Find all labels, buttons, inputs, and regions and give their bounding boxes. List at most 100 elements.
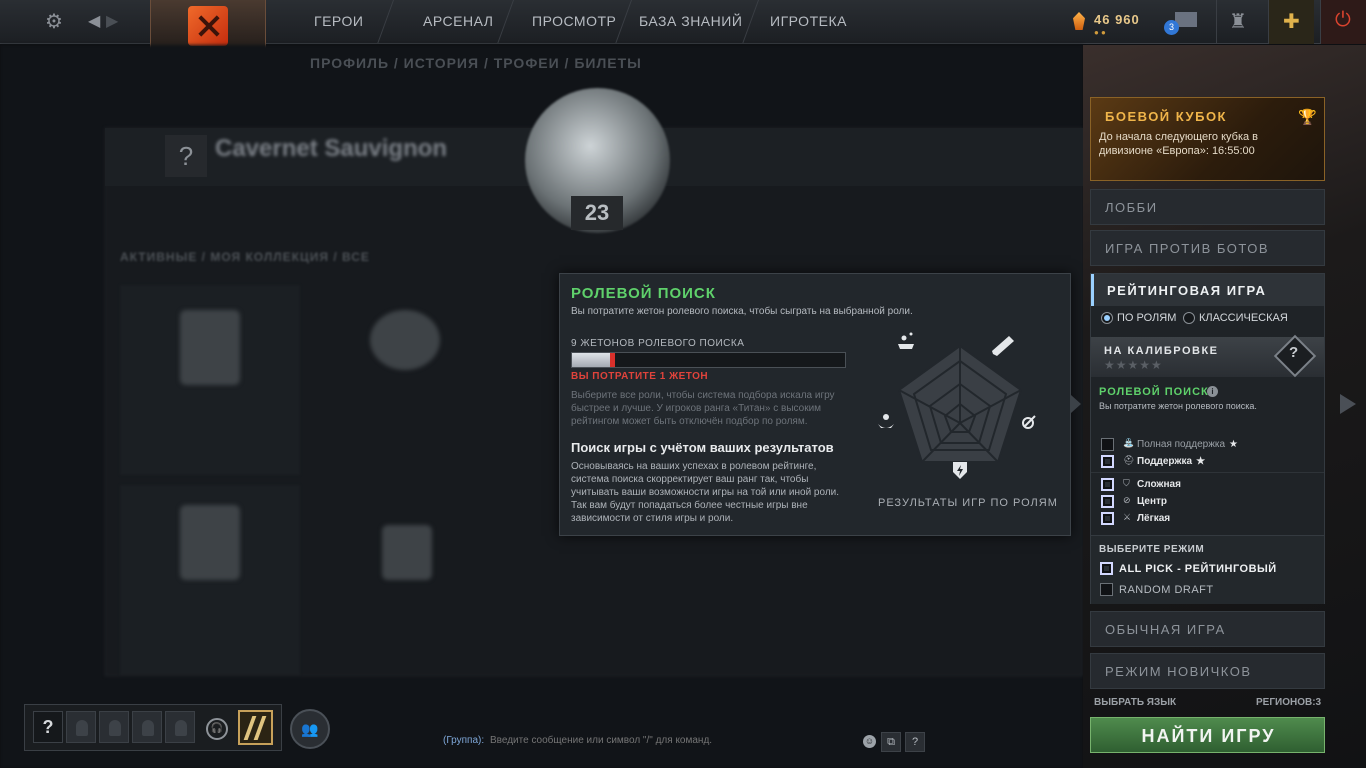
role-row-offlane[interactable]: ⛉ Сложная bbox=[1091, 476, 1324, 493]
tooltip-note: Выберите все роли, чтобы система подбора… bbox=[571, 390, 835, 427]
profile-tabs: ПРОФИЛЬ / ИСТОРИЯ / ТРОФЕИ / БИЛЕТЫ bbox=[310, 55, 642, 71]
role-row-support[interactable]: ⛑ Поддержка ★ bbox=[1091, 453, 1324, 470]
tooltip-title: РОЛЕВОЙ ПОИСК bbox=[571, 285, 716, 302]
nav-armory[interactable]: АРСЕНАЛ bbox=[423, 13, 493, 29]
random-draft-checkbox[interactable] bbox=[1100, 583, 1113, 596]
role-label: Поддержка ★ bbox=[1137, 456, 1206, 467]
profile-avatar: ? bbox=[165, 135, 207, 177]
battle-cup-banner[interactable]: БОЕВОЙ КУБОК До начала следующего кубка … bbox=[1090, 97, 1325, 181]
forward-arrow-icon[interactable]: ▶ bbox=[106, 11, 118, 31]
role-label: Лёгкая bbox=[1137, 513, 1171, 524]
regions-link[interactable]: РЕГИОНОВ:3 bbox=[1256, 697, 1321, 708]
friends-icon[interactable]: 👥 bbox=[290, 709, 330, 749]
role-divider bbox=[1091, 472, 1324, 473]
hard-support-icon: ⛲ bbox=[1123, 438, 1135, 448]
gear-icon[interactable]: ⚙ bbox=[45, 9, 63, 34]
chat-input[interactable] bbox=[490, 735, 850, 746]
soft-support-icon bbox=[878, 414, 894, 428]
role-checkbox[interactable] bbox=[1101, 438, 1114, 451]
role-queue-radio-label[interactable]: ПО РОЛЯМ bbox=[1117, 312, 1176, 324]
party-slot-self[interactable]: ? bbox=[33, 711, 63, 743]
rank-level: 23 bbox=[571, 196, 623, 230]
armory-icon: ♜ bbox=[1229, 11, 1247, 33]
role-checkbox[interactable] bbox=[1101, 512, 1114, 525]
classic-queue-radio[interactable] bbox=[1183, 312, 1195, 324]
select-language-link[interactable]: ВЫБРАТЬ ЯЗЫК bbox=[1094, 697, 1176, 708]
role-label: Полная поддержка ★ bbox=[1137, 439, 1239, 450]
role-search-subtitle: Вы потратите жетон ролевого поиска. bbox=[1099, 401, 1257, 411]
radar-chart-label: РЕЗУЛЬТАТЫ ИГР ПО РОЛЯМ bbox=[878, 497, 1058, 509]
offlane-icon bbox=[953, 462, 967, 479]
nav-divider bbox=[496, 0, 515, 44]
nav-watch[interactable]: ПРОСМОТР bbox=[532, 13, 616, 29]
mode-ranked-label: РЕЙТИНГОВАЯ ИГРА bbox=[1107, 283, 1267, 298]
trophy-figure bbox=[382, 525, 432, 580]
tooltip-heading: Поиск игры с учётом ваших результатов bbox=[571, 440, 834, 455]
battle-pass-icon[interactable] bbox=[238, 710, 273, 745]
find-game-button[interactable]: НАЙТИ ИГРУ bbox=[1090, 717, 1325, 753]
role-checkbox[interactable] bbox=[1101, 478, 1114, 491]
game-mode-title: ВЫБЕРИТЕ РЕЖИМ bbox=[1099, 544, 1205, 555]
exit-button[interactable]: ⏻ bbox=[1320, 0, 1366, 44]
voice-chat-icon[interactable]: 🎧 bbox=[206, 718, 228, 740]
role-search-title: РОЛЕВОЙ ПОИСК bbox=[1099, 386, 1209, 398]
home-button[interactable] bbox=[150, 0, 266, 50]
nav-divider bbox=[614, 0, 633, 44]
chat-help-icon[interactable]: ? bbox=[905, 732, 925, 752]
trophy-icon: 🏆 bbox=[1298, 109, 1317, 126]
armory-button[interactable]: ♜ bbox=[1216, 0, 1262, 44]
token-progress-bar bbox=[571, 352, 846, 368]
mode-unranked-label: ОБЫЧНАЯ ИГРА bbox=[1105, 622, 1226, 637]
info-icon[interactable]: i bbox=[1207, 386, 1218, 397]
trophy-figure bbox=[180, 310, 240, 385]
star-icon: ★ bbox=[1229, 439, 1239, 450]
plus-button[interactable]: ✚ bbox=[1268, 0, 1314, 44]
role-checkbox[interactable] bbox=[1101, 455, 1114, 468]
role-queue-radio[interactable] bbox=[1101, 312, 1113, 324]
power-icon: ⏻ bbox=[1335, 9, 1351, 31]
emoji-icon[interactable]: ☺ bbox=[863, 735, 876, 748]
party-slot-empty[interactable] bbox=[132, 711, 162, 743]
nav-arcade[interactable]: ИГРОТЕКА bbox=[770, 13, 847, 29]
party-slot-empty[interactable] bbox=[99, 711, 129, 743]
tooltip-body: Основываясь на ваших успехах в ролевом р… bbox=[571, 461, 840, 524]
all-pick-label[interactable]: ALL PICK - РЕЙТИНГОВЫЙ bbox=[1119, 563, 1277, 575]
party-slot-empty[interactable] bbox=[165, 711, 195, 743]
mode-newbie-label: РЕЖИМ НОВИЧКОВ bbox=[1105, 664, 1252, 679]
mid-icon bbox=[1022, 415, 1036, 429]
role-row-hard-support[interactable]: ⛲ Полная поддержка ★ bbox=[1091, 436, 1324, 453]
shard-balance: 46 960 bbox=[1094, 12, 1140, 27]
battle-cup-title: БОЕВОЙ КУБОК bbox=[1105, 109, 1227, 124]
mid-icon: ⊘ bbox=[1123, 495, 1131, 505]
safe-lane-icon bbox=[992, 336, 1014, 356]
battle-cup-countdown: До начала следующего кубка в дивизионе «… bbox=[1099, 131, 1259, 157]
role-row-mid[interactable]: ⊘ Центр bbox=[1091, 493, 1324, 510]
party-slot-empty[interactable] bbox=[66, 711, 96, 743]
shard-icon bbox=[1073, 12, 1085, 30]
mode-lobby-button[interactable]: ЛОББИ bbox=[1090, 189, 1325, 225]
mode-unranked-button[interactable]: ОБЫЧНАЯ ИГРА bbox=[1090, 611, 1325, 647]
token-spend-warning: ВЫ ПОТРАТИТЕ 1 ЖЕТОН bbox=[571, 371, 709, 382]
nav-divider bbox=[741, 0, 760, 44]
back-arrow-icon[interactable]: ◀ bbox=[88, 11, 100, 31]
uncalibrated-rank-badge: ? bbox=[1273, 334, 1317, 378]
random-draft-label[interactable]: RANDOM DRAFT bbox=[1119, 584, 1214, 596]
token-count-label: 9 ЖЕТОНОВ РОЛЕВОГО ПОИСКА bbox=[571, 338, 745, 349]
role-checkbox[interactable] bbox=[1101, 495, 1114, 508]
nav-heroes[interactable]: ГЕРОИ bbox=[314, 13, 363, 29]
mode-newbie-button[interactable]: РЕЖИМ НОВИЧКОВ bbox=[1090, 653, 1325, 689]
classic-queue-radio-label[interactable]: КЛАССИЧЕСКАЯ bbox=[1199, 312, 1288, 324]
mode-ranked-button[interactable]: РЕЙТИНГОВАЯ ИГРА bbox=[1091, 274, 1324, 306]
nav-learn[interactable]: БАЗА ЗНАНИЙ bbox=[639, 13, 742, 29]
profile-name: Cavernet Sauvignon bbox=[215, 135, 448, 162]
tooltip-pointer bbox=[1071, 395, 1081, 413]
nav-divider bbox=[376, 0, 395, 44]
chat-settings-icon[interactable]: ⧉ bbox=[881, 732, 901, 752]
all-pick-checkbox[interactable] bbox=[1100, 562, 1113, 575]
safe-lane-icon: ⚔ bbox=[1123, 512, 1132, 522]
token-spend-marker bbox=[610, 353, 615, 367]
role-row-safe-lane[interactable]: ⚔ Лёгкая bbox=[1091, 510, 1324, 527]
mode-bots-button[interactable]: ИГРА ПРОТИВ БОТОВ bbox=[1090, 230, 1325, 266]
party-bar: ? 🎧 bbox=[24, 704, 282, 751]
expand-panel-arrow-icon[interactable] bbox=[1340, 394, 1356, 414]
